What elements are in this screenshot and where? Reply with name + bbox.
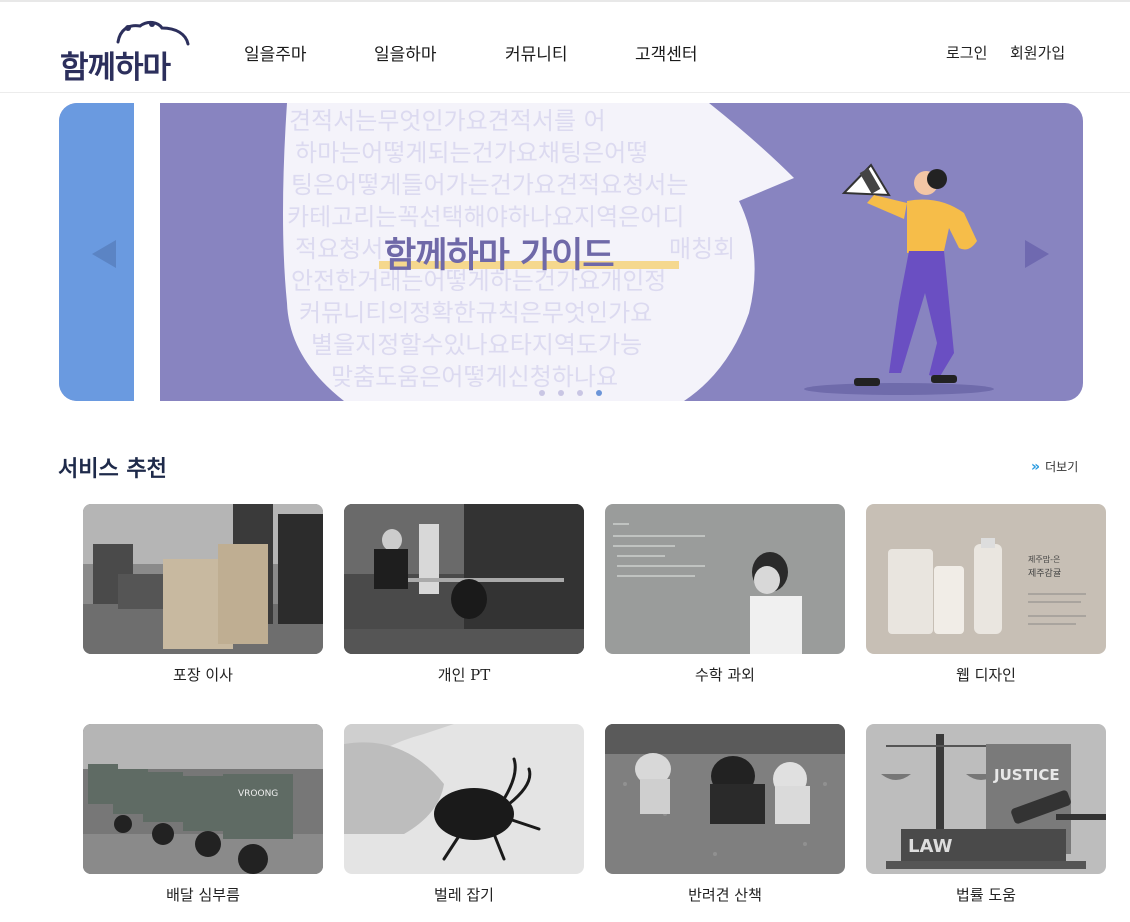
- banner-title: 함께하마 가이드: [384, 236, 615, 276]
- login-link[interactable]: 로그인: [946, 42, 987, 63]
- nav-item-give-work[interactable]: 일을주마: [244, 40, 307, 65]
- svg-text:팅은어떻게들어가는건가요견적요청서는: 팅은어떻게들어가는건가요견적요청서는: [291, 171, 688, 199]
- design-subtitle: 제주맘-은: [1028, 554, 1060, 564]
- site-header: 함께하마 일을주마 일을하마 커뮤니티 고객센터 로그인 회원가입: [0, 2, 1130, 93]
- legal-help-photo: JUSTICE LAW: [866, 724, 1106, 874]
- nav-item-do-work[interactable]: 일을하마: [374, 40, 437, 65]
- section-title: 서비스 추천: [58, 456, 167, 482]
- more-label: 더보기: [1045, 460, 1079, 474]
- service-card-personal-training[interactable]: 개인 PT: [344, 504, 584, 694]
- personal-training-photo: [344, 504, 584, 654]
- nav-item-community[interactable]: 커뮤니티: [505, 40, 568, 65]
- web-design-photo: 제주맘-은 제주감귤: [866, 504, 1106, 654]
- justice-text: JUSTICE: [993, 766, 1060, 784]
- dog-walking-photo: [605, 724, 845, 874]
- nav-item-customer-center[interactable]: 고객센터: [635, 40, 698, 65]
- carousel-next-icon[interactable]: [1025, 240, 1049, 268]
- svg-text:적요청서: 적요청서: [295, 235, 383, 263]
- law-text: LAW: [908, 836, 953, 857]
- double-chevron-right-icon: »: [1031, 459, 1041, 475]
- service-label: 웹 디자인: [956, 666, 1016, 684]
- service-label: 벌레 잡기: [434, 886, 494, 904]
- service-label: 반려견 산책: [688, 886, 762, 904]
- svg-text:하마는어떻게되는건가요채팅은어떻: 하마는어떻게되는건가요채팅은어떻: [295, 139, 648, 167]
- service-card-packing-move[interactable]: 포장 이사: [83, 504, 323, 694]
- service-card-delivery-errand[interactable]: VROONG 배달 심부름: [83, 724, 323, 914]
- carousel-dot[interactable]: [539, 390, 545, 396]
- design-product: 제주감귤: [1028, 567, 1061, 579]
- bug-catching-photo: [344, 724, 584, 874]
- service-card-web-design[interactable]: 제주맘-은 제주감귤 웹 디자인: [866, 504, 1106, 694]
- service-label: 수학 과외: [695, 666, 755, 684]
- service-card-bug-catching[interactable]: 벌레 잡기: [344, 724, 584, 914]
- delivery-scooters-photo: VROONG: [83, 724, 323, 874]
- signup-link[interactable]: 회원가입: [1010, 42, 1065, 63]
- carousel-dot[interactable]: [577, 390, 583, 396]
- service-card-legal-help[interactable]: JUSTICE LAW 법률 도움: [866, 724, 1106, 914]
- service-card-dog-walking[interactable]: 반려견 산책: [605, 724, 845, 914]
- math-tutoring-photo: [605, 504, 845, 654]
- svg-text:별을지정할수있나요타지역도가능: 별을지정할수있나요타지역도가능: [311, 331, 642, 359]
- more-link[interactable]: » 더보기: [1031, 456, 1078, 475]
- scooter-brand: VROONG: [238, 789, 278, 799]
- carousel-dot-active[interactable]: [596, 390, 602, 396]
- service-label: 개인 PT: [437, 666, 491, 684]
- carousel-prev-icon[interactable]: [92, 240, 116, 268]
- svg-text:견적서는무엇인가요견적서를 어: 견적서는무엇인가요견적서를 어: [289, 107, 606, 135]
- service-card-math-tutoring[interactable]: 수학 과외: [605, 504, 845, 694]
- svg-text:맞춤도움은어떻게신청하나요: 맞춤도움은어떻게신청하나요: [331, 363, 618, 391]
- packing-move-photo: [83, 504, 323, 654]
- carousel-dot[interactable]: [558, 390, 564, 396]
- service-label: 배달 심부름: [166, 886, 240, 904]
- hero-banner[interactable]: 견적서는무엇인가요견적서를 어 하마는어떻게되는건가요채팅은어떻 팅은어떻게들어…: [59, 103, 1083, 401]
- svg-text:커뮤니티의정확한규칙은무엇인가요: 커뮤니티의정확한규칙은무엇인가요: [299, 299, 652, 327]
- carousel-indicators: [539, 390, 609, 398]
- service-label: 법률 도움: [956, 886, 1016, 904]
- logo[interactable]: 함께하마: [58, 20, 198, 86]
- logo-text: 함께하마: [60, 50, 171, 86]
- svg-text:매칭회: 매칭회: [669, 235, 735, 263]
- service-label: 포장 이사: [173, 666, 233, 684]
